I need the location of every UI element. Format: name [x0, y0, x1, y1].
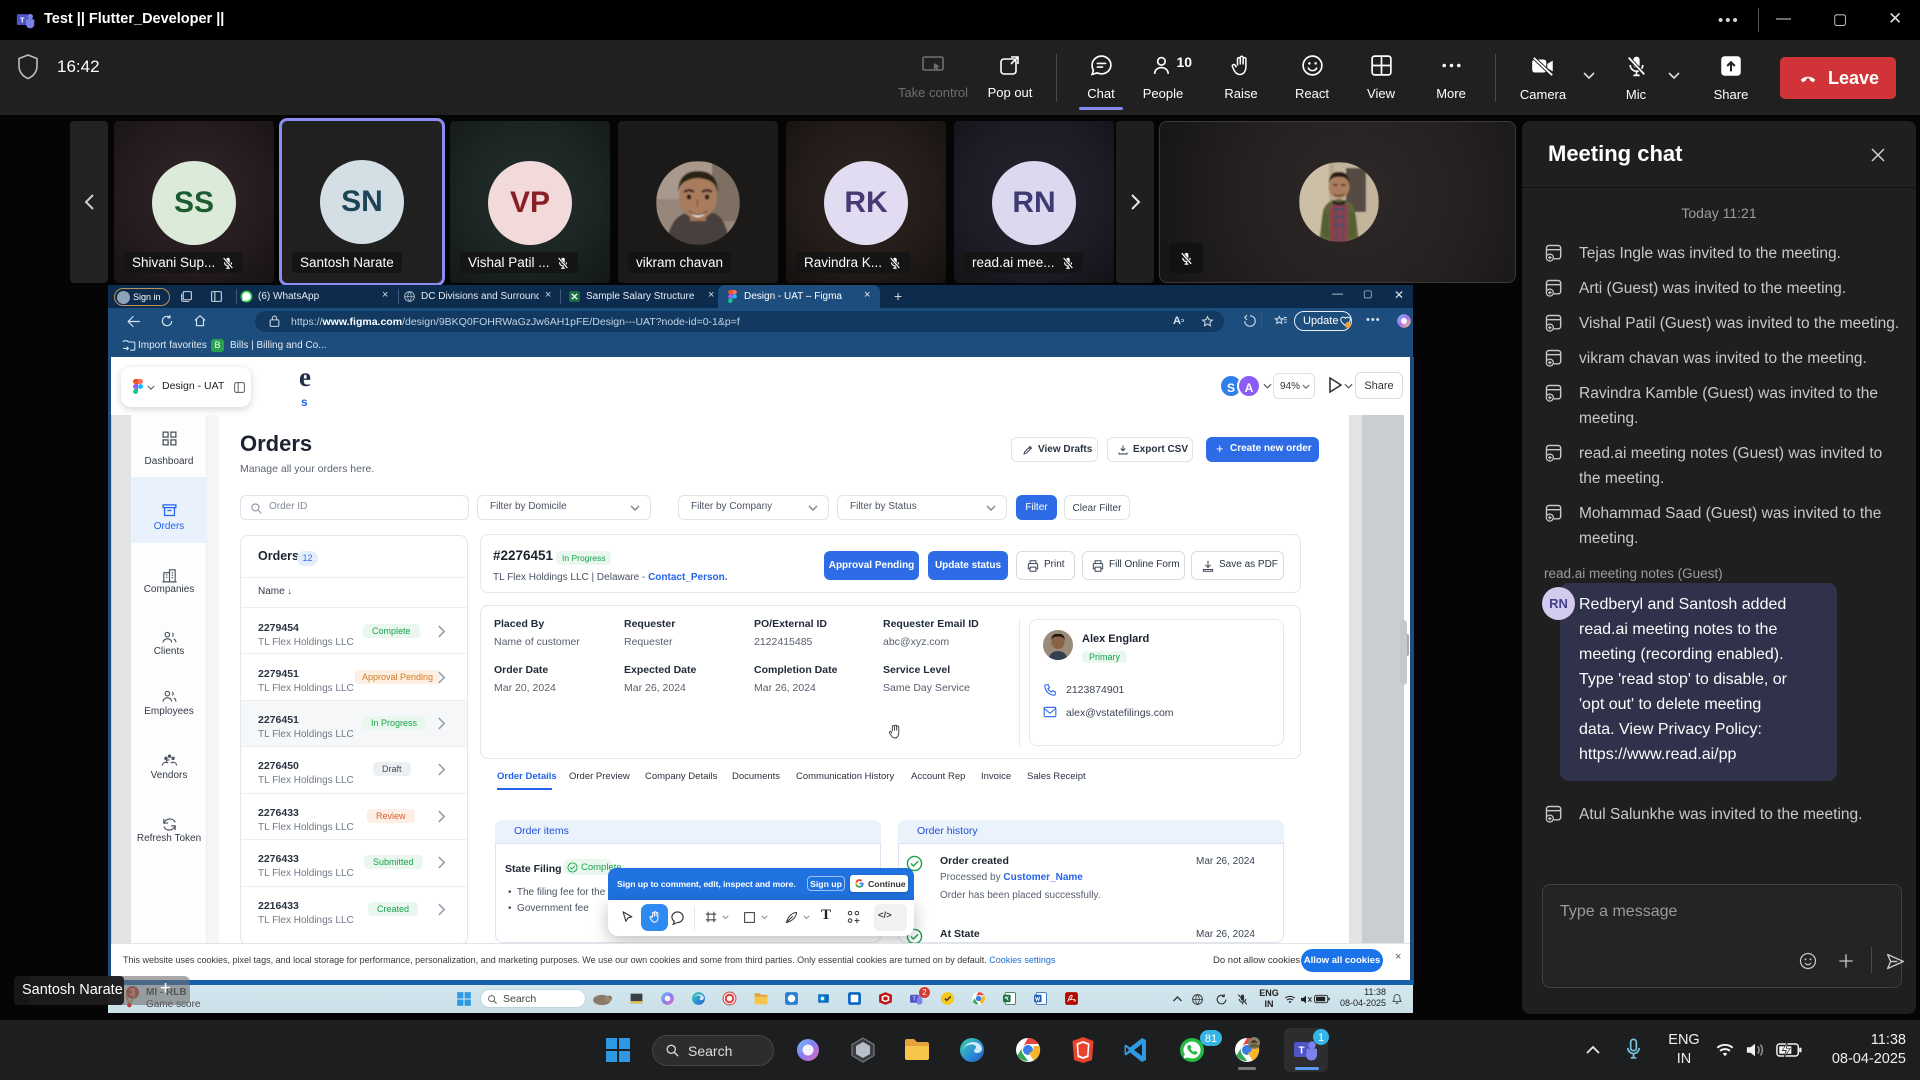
svg-text:T: T — [20, 16, 25, 25]
svg-text:81: 81 — [1205, 1033, 1217, 1045]
svg-text:T: T — [1298, 1046, 1304, 1057]
svg-text:1: 1 — [1318, 1032, 1324, 1044]
